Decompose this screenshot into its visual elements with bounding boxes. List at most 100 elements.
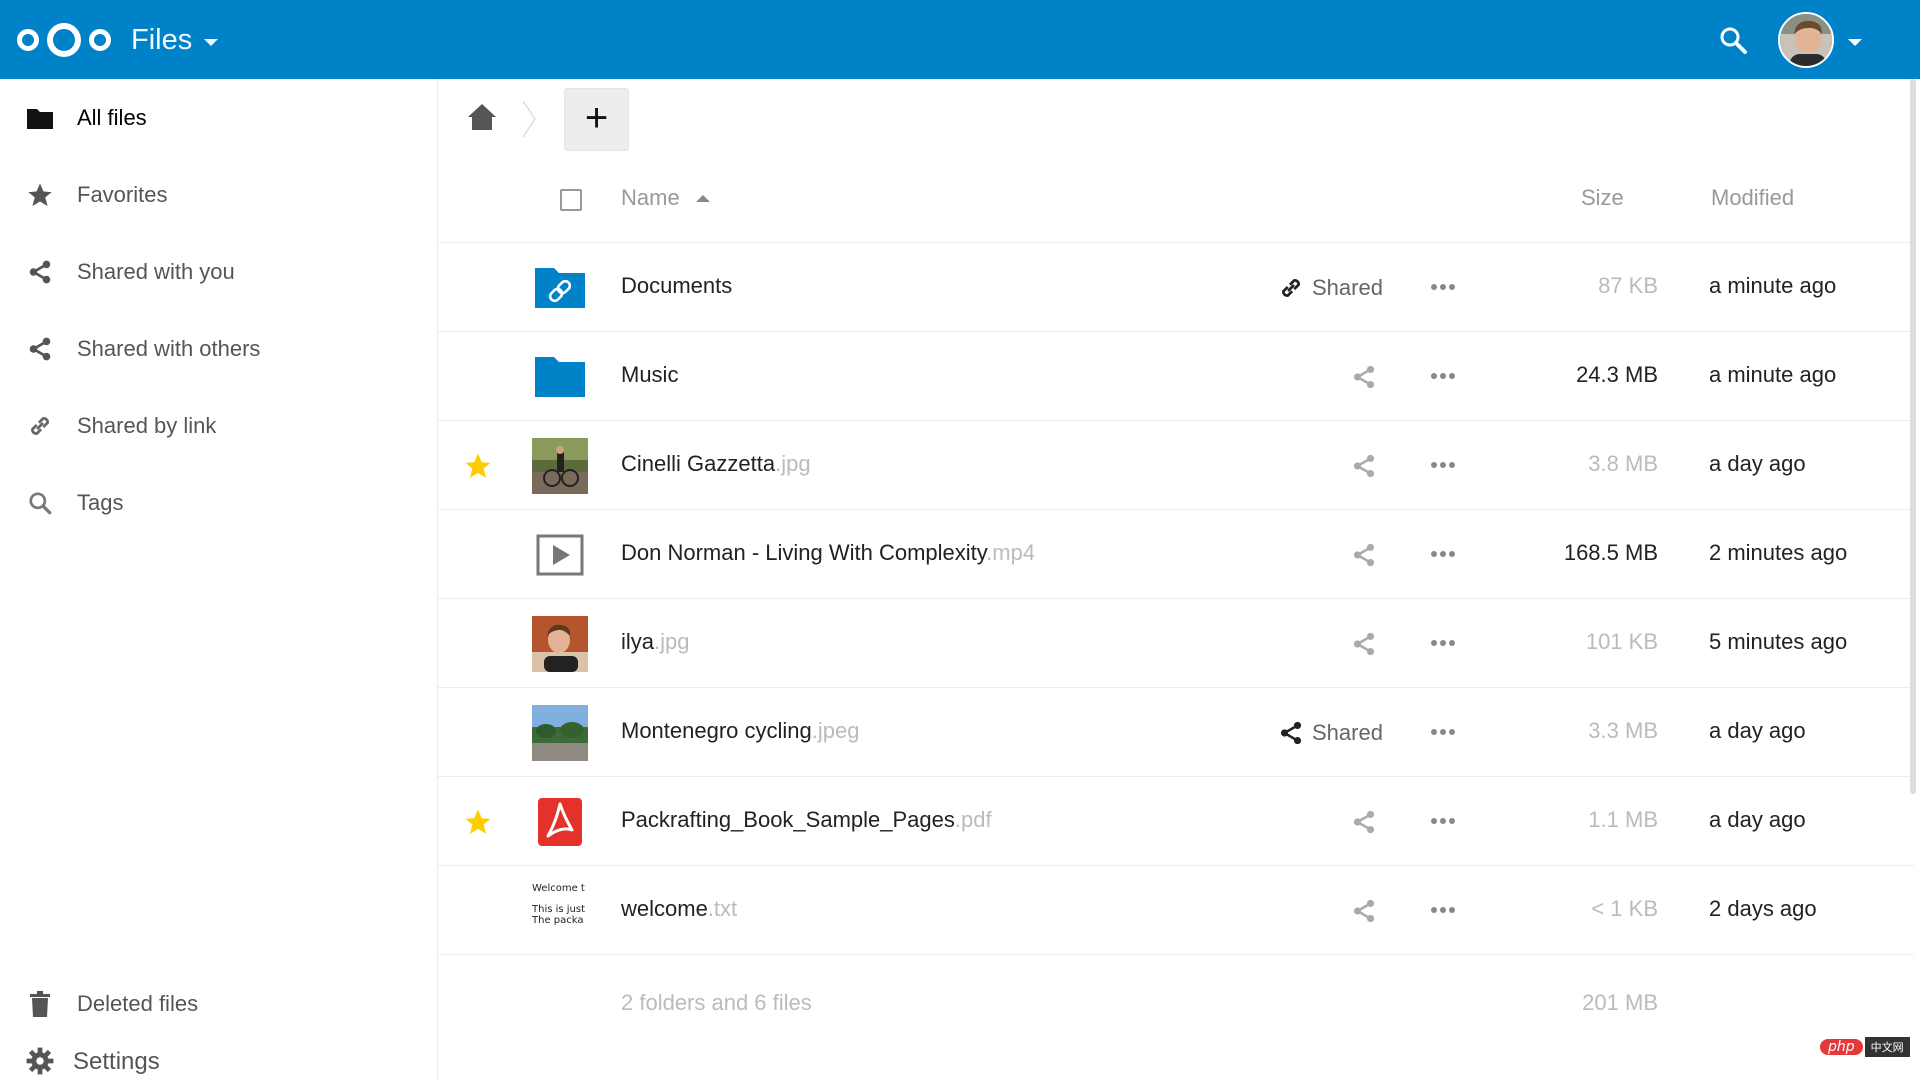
- file-basename: Music: [621, 362, 679, 387]
- file-thumbnail[interactable]: [532, 527, 588, 583]
- file-size: 24.3 MB: [1576, 362, 1658, 387]
- table-row[interactable]: Cinelli Gazzetta.jpg 3.8 MB a day ago: [438, 421, 1914, 510]
- file-thumbnail[interactable]: [532, 794, 588, 850]
- file-thumbnail[interactable]: Welcome t This is just The packa: [532, 883, 588, 939]
- link-icon: [25, 411, 55, 441]
- scrollbar[interactable]: [1910, 79, 1916, 794]
- sidebar-item-shared-with-others[interactable]: Shared with others: [0, 310, 437, 387]
- more-options-button[interactable]: [1429, 896, 1457, 924]
- new-file-button[interactable]: +: [564, 88, 629, 151]
- table-row[interactable]: Montenegro cycling.jpeg Shared 3.3 MB a day…: [438, 688, 1914, 777]
- file-basename: Montenegro cycling: [621, 718, 812, 743]
- more-options-button[interactable]: [1429, 540, 1457, 568]
- column-name-label: Name: [621, 185, 680, 210]
- star-icon: [25, 180, 55, 210]
- share-button[interactable]: [1351, 360, 1377, 394]
- share-icon: [25, 257, 55, 287]
- file-name[interactable]: Music: [621, 362, 678, 388]
- nextcloud-logo[interactable]: [14, 18, 114, 62]
- search-icon[interactable]: [1718, 25, 1748, 55]
- sidebar-item-shared-by-link[interactable]: Shared by link: [0, 387, 437, 464]
- table-row[interactable]: Music 24.3 MB a minute ago: [438, 332, 1914, 421]
- sort-by-size[interactable]: Size: [1581, 185, 1624, 211]
- more-options-button[interactable]: [1429, 718, 1457, 746]
- file-thumbnail[interactable]: [532, 616, 588, 672]
- sidebar-item-shared-with-you[interactable]: Shared with you: [0, 233, 437, 310]
- file-name[interactable]: Don Norman - Living With Complexity.mp4: [621, 540, 1035, 566]
- sidebar-item-settings[interactable]: Settings: [0, 1042, 437, 1080]
- file-modified: a day ago: [1709, 451, 1806, 476]
- more-options-button[interactable]: [1429, 362, 1457, 390]
- file-summary: 2 folders and 6 files: [621, 990, 812, 1015]
- folder-icon: [25, 103, 55, 133]
- file-name[interactable]: ilya.jpg: [621, 629, 690, 655]
- share-button[interactable]: Shared: [1278, 271, 1383, 305]
- file-extension: .mp4: [986, 540, 1036, 565]
- file-modified: a day ago: [1709, 718, 1806, 743]
- sidebar-item-tags[interactable]: Tags: [0, 464, 437, 541]
- sort-ascending-icon: [695, 194, 710, 202]
- file-thumbnail[interactable]: [532, 349, 588, 405]
- more-options-icon: [1431, 729, 1455, 735]
- table-row[interactable]: Don Norman - Living With Complexity.mp4 1…: [438, 510, 1914, 599]
- text-preview: Welcome t This is just The packa: [532, 883, 588, 926]
- favorite-star-icon: [465, 453, 491, 478]
- sidebar-item-favorites[interactable]: Favorites: [0, 156, 437, 233]
- sidebar-item-label: Deleted files: [77, 990, 199, 1016]
- more-options-button[interactable]: [1429, 451, 1457, 479]
- chevron-down-icon: [204, 39, 219, 46]
- sidebar-item-label: Shared by link: [77, 412, 217, 438]
- share-button[interactable]: [1351, 538, 1377, 572]
- file-size: 3.8 MB: [1588, 451, 1658, 476]
- file-extension: .pdf: [954, 807, 992, 832]
- user-menu[interactable]: [1778, 12, 1862, 68]
- share-button[interactable]: [1351, 449, 1377, 483]
- more-options-button[interactable]: [1429, 273, 1457, 301]
- sort-by-modified[interactable]: Modified: [1711, 185, 1794, 211]
- shared-folder-icon: [535, 268, 585, 308]
- home-icon[interactable]: [466, 101, 498, 133]
- watermark: php 中文网: [1820, 1036, 1910, 1058]
- app-menu[interactable]: Files: [131, 24, 219, 57]
- share-icon: [1280, 721, 1302, 745]
- more-options-icon: [1431, 640, 1455, 646]
- file-modified: a minute ago: [1709, 362, 1837, 387]
- file-extension: .jpg: [654, 629, 690, 654]
- text-preview-line: Welcome t: [532, 883, 585, 894]
- table-row[interactable]: Welcome t This is just The packa welcome.tx…: [438, 866, 1914, 955]
- table-row[interactable]: Packrafting_Book_Sample_Pages.pdf 1.1 MB a…: [438, 777, 1914, 866]
- file-basename: Documents: [621, 273, 733, 298]
- file-basename: ilya: [621, 629, 655, 654]
- sidebar-item-label: All files: [77, 104, 147, 130]
- file-thumbnail[interactable]: [532, 705, 588, 761]
- table-row[interactable]: Documents Shared 87 KB a minute ago: [438, 243, 1914, 332]
- sidebar-item-deleted-files[interactable]: Deleted files: [0, 965, 437, 1042]
- share-icon: [1353, 365, 1375, 389]
- share-button[interactable]: [1351, 894, 1377, 928]
- more-options-button[interactable]: [1429, 807, 1457, 835]
- share-button[interactable]: Shared: [1278, 716, 1383, 750]
- file-name[interactable]: Packrafting_Book_Sample_Pages.pdf: [621, 807, 992, 833]
- file-thumbnail[interactable]: [532, 438, 588, 494]
- file-name[interactable]: Cinelli Gazzetta.jpg: [621, 451, 811, 477]
- file-modified: 5 minutes ago: [1709, 629, 1848, 654]
- file-thumbnail[interactable]: [532, 260, 588, 316]
- more-options-button[interactable]: [1429, 629, 1457, 657]
- link-icon: [1282, 279, 1300, 297]
- table-row[interactable]: ilya.jpg 101 KB 5 minutes ago: [438, 599, 1914, 688]
- share-icon: [1353, 632, 1375, 656]
- sort-by-name[interactable]: Name: [621, 185, 710, 211]
- image-thumbnail: [532, 616, 588, 672]
- share-button[interactable]: [1351, 805, 1377, 839]
- share-button[interactable]: [1351, 627, 1377, 661]
- file-name[interactable]: welcome.txt: [621, 896, 737, 922]
- sidebar-item-all-files[interactable]: All files: [0, 79, 437, 156]
- file-size: 101 KB: [1585, 629, 1658, 654]
- favorite-toggle[interactable]: [463, 451, 493, 481]
- file-name[interactable]: Documents: [621, 273, 732, 299]
- file-name[interactable]: Montenegro cycling.jpeg: [621, 718, 860, 744]
- image-thumbnail: [532, 705, 588, 761]
- favorite-toggle[interactable]: [463, 807, 493, 837]
- select-all-checkbox[interactable]: [560, 189, 582, 211]
- share-label: Shared: [1312, 720, 1383, 745]
